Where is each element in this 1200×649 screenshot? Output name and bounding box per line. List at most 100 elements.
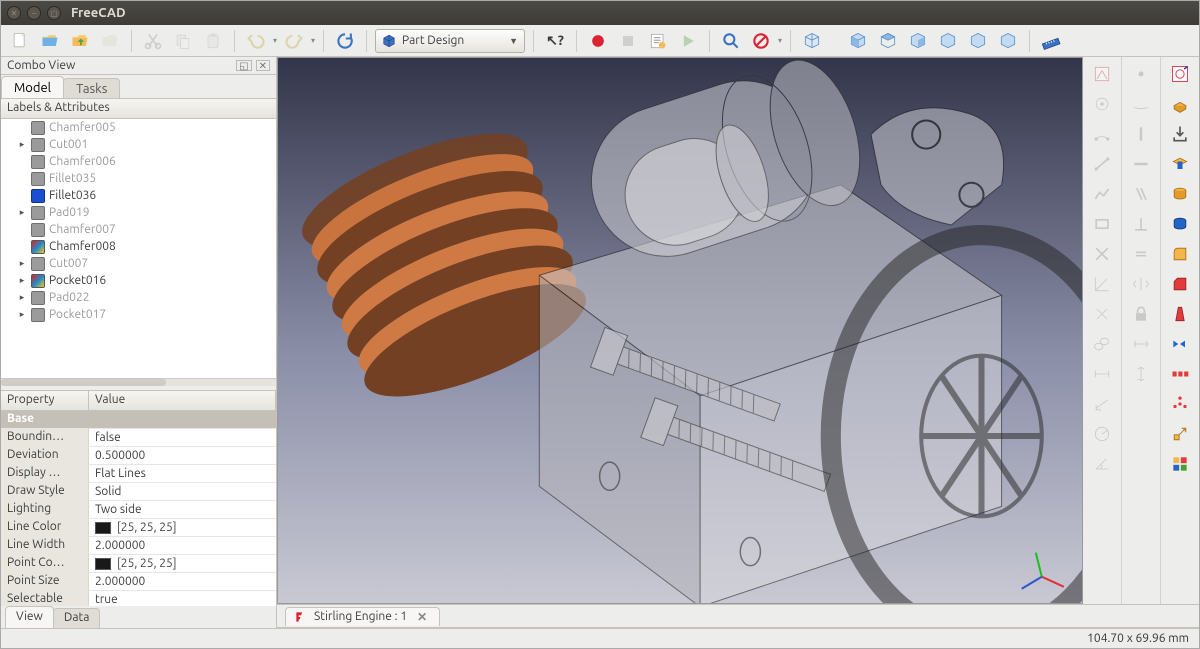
tree-item[interactable]: Fillet035 xyxy=(1,170,276,187)
tree-item[interactable]: ▸Cut001 xyxy=(1,136,276,153)
scale-button[interactable] xyxy=(1167,421,1193,447)
property-row[interactable]: Boundin…false xyxy=(1,429,276,447)
tree-item[interactable]: ▸Pocket017 xyxy=(1,306,276,323)
pad-button[interactable] xyxy=(1167,91,1193,117)
property-row[interactable]: Line Color [25, 25, 25] xyxy=(1,519,276,537)
dimension-r-button[interactable] xyxy=(1089,421,1115,447)
sketch-polyline-button[interactable] xyxy=(1089,181,1115,207)
sketch-new-button[interactable] xyxy=(1089,61,1115,87)
tree-expand-icon[interactable]: ▸ xyxy=(17,275,27,286)
property-value[interactable]: [25, 25, 25] xyxy=(89,555,276,573)
polar-pattern-button[interactable] xyxy=(1167,391,1193,417)
dimension-d-button[interactable] xyxy=(1089,391,1115,417)
tree-expand-icon[interactable]: ▸ xyxy=(17,292,27,303)
constr-lock-button[interactable] xyxy=(1128,301,1154,327)
paste-button[interactable] xyxy=(200,28,226,54)
property-grid[interactable]: BaseBoundin…falseDeviation0.500000Displa… xyxy=(1,411,276,606)
macro-record-button[interactable] xyxy=(585,28,611,54)
property-row[interactable]: Display …Flat Lines xyxy=(1,465,276,483)
view-left-button[interactable] xyxy=(995,28,1021,54)
tree-expand-icon[interactable]: ▸ xyxy=(17,309,27,320)
view-right-button[interactable] xyxy=(905,28,931,54)
constr-perp-button[interactable] xyxy=(1128,211,1154,237)
tree-item[interactable]: Chamfer006 xyxy=(1,153,276,170)
tree-item[interactable]: Chamfer008 xyxy=(1,238,276,255)
pocket-button[interactable] xyxy=(1167,151,1193,177)
undo-button[interactable] xyxy=(243,28,269,54)
constr-equal-button[interactable] xyxy=(1128,241,1154,267)
tree-item[interactable]: Fillet036 xyxy=(1,187,276,204)
document-tab-close[interactable]: ✕ xyxy=(413,610,431,624)
revolve-button[interactable] xyxy=(1167,181,1193,207)
workbench-selector[interactable]: Part Design ▼ xyxy=(375,29,525,53)
new-file-button[interactable] xyxy=(7,28,33,54)
sketch-line-button[interactable] xyxy=(1089,151,1115,177)
dimension-a-button[interactable] xyxy=(1089,451,1115,477)
constr-toggle-button[interactable] xyxy=(1089,241,1115,267)
property-value[interactable]: 2.000000 xyxy=(89,537,276,555)
view-top-button[interactable] xyxy=(875,28,901,54)
tree-expand-icon[interactable]: ▸ xyxy=(17,139,27,150)
constr-symmetric-button[interactable] xyxy=(1128,271,1154,297)
model-tree[interactable]: Chamfer005▸Cut001Chamfer006Fillet035Fill… xyxy=(1,119,276,378)
sketch-create-button[interactable] xyxy=(1167,61,1193,87)
sketch-circle-button[interactable] xyxy=(1089,91,1115,117)
property-value[interactable]: Solid xyxy=(89,483,276,501)
property-value[interactable]: Two side xyxy=(89,501,276,519)
view-rear-button[interactable] xyxy=(935,28,961,54)
property-row[interactable]: Line Width2.000000 xyxy=(1,537,276,555)
constr-tangent-button[interactable] xyxy=(1128,91,1154,117)
dimension-hv-button[interactable] xyxy=(1128,331,1154,357)
tree-expand-icon[interactable]: ▸ xyxy=(17,258,27,269)
property-row[interactable]: Selectabletrue xyxy=(1,591,276,606)
property-value[interactable]: [25, 25, 25] xyxy=(89,519,276,537)
tab-data[interactable]: Data xyxy=(53,608,101,628)
window-minimize-button[interactable]: – xyxy=(27,6,41,20)
property-row[interactable]: Point Size2.000000 xyxy=(1,573,276,591)
save-file-button[interactable] xyxy=(67,28,93,54)
saveas-button[interactable] xyxy=(97,28,123,54)
draft-button[interactable] xyxy=(1167,301,1193,327)
property-row[interactable]: LightingTwo side xyxy=(1,501,276,519)
property-row[interactable]: Point Co… [25, 25, 25] xyxy=(1,555,276,573)
whatsthis-button[interactable]: ↖? xyxy=(542,28,568,54)
window-close-button[interactable]: ✕ xyxy=(7,6,21,20)
open-file-button[interactable] xyxy=(37,28,63,54)
tree-item[interactable]: ▸Pad022 xyxy=(1,289,276,306)
sketch-axis-button[interactable] xyxy=(1089,271,1115,297)
property-value[interactable]: 0.500000 xyxy=(89,447,276,465)
dimension-v2-button[interactable] xyxy=(1128,361,1154,387)
tab-view[interactable]: View xyxy=(5,606,54,628)
view-no-button[interactable] xyxy=(748,28,774,54)
view-front-button[interactable] xyxy=(845,28,871,54)
sketch-arc-button[interactable] xyxy=(1089,121,1115,147)
multi-transform-button[interactable] xyxy=(1167,451,1193,477)
property-row[interactable]: Draw StyleSolid xyxy=(1,483,276,501)
constr-parallel-button[interactable] xyxy=(1128,181,1154,207)
sketch-trim-button[interactable] xyxy=(1089,301,1115,327)
3d-viewport[interactable] xyxy=(277,57,1083,604)
panel-close-button[interactable]: ✕ xyxy=(256,60,270,71)
constr-horizontal-button[interactable] xyxy=(1128,151,1154,177)
cut-button[interactable] xyxy=(140,28,166,54)
macro-run-button[interactable] xyxy=(675,28,701,54)
redo-button[interactable] xyxy=(281,28,307,54)
panel-detach-button[interactable]: ◱ xyxy=(236,60,251,71)
window-maximize-button[interactable]: ▢ xyxy=(47,6,61,20)
export-button[interactable] xyxy=(1167,121,1193,147)
property-value[interactable]: true xyxy=(89,591,276,606)
tree-expand-icon[interactable]: ▸ xyxy=(17,207,27,218)
sketch-rect-button[interactable] xyxy=(1089,211,1115,237)
document-tab[interactable]: Stirling Engine : 1 ✕ xyxy=(285,607,440,626)
constr-point-button[interactable] xyxy=(1128,61,1154,87)
constr-vertical-button[interactable] xyxy=(1128,121,1154,147)
tree-item[interactable]: ▸Cut007 xyxy=(1,255,276,272)
mirror-button[interactable] xyxy=(1167,331,1193,357)
groove-button[interactable] xyxy=(1167,211,1193,237)
view-fit-button[interactable] xyxy=(718,28,744,54)
dimension-h-button[interactable] xyxy=(1089,361,1115,387)
copy-button[interactable] xyxy=(170,28,196,54)
measure-button[interactable] xyxy=(1038,28,1064,54)
chamfer-button[interactable] xyxy=(1167,271,1193,297)
tree-item[interactable]: Chamfer005 xyxy=(1,119,276,136)
